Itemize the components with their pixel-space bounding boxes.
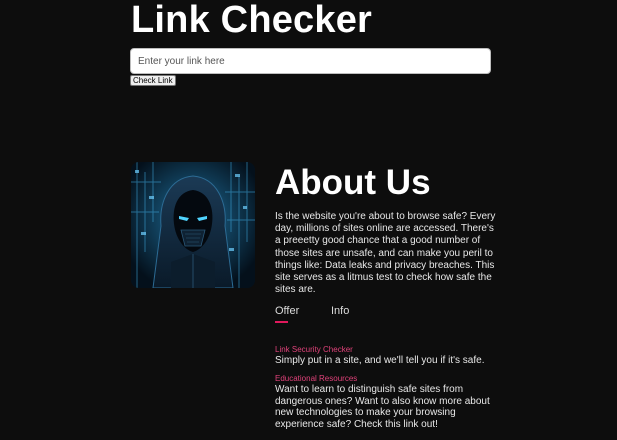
hooded-hacker-icon: [131, 162, 255, 288]
link-input[interactable]: [130, 48, 491, 74]
page-title: Link Checker: [131, 0, 373, 41]
offer-heading: Educational Resources: [275, 374, 358, 383]
offer-description: Simply put in a site, and we'll tell you…: [275, 355, 485, 366]
active-tab-indicator: [275, 321, 288, 323]
offer-item-educational-resources: Educational Resources Want to learn to d…: [275, 374, 500, 430]
offer-heading: Link Security Checker: [275, 345, 353, 354]
tab-offer[interactable]: Offer: [275, 305, 299, 317]
about-description: Is the website you're about to browse sa…: [275, 211, 496, 296]
page: Link Checker Check Link: [0, 0, 617, 440]
offer-description: Want to learn to distinguish safe sites …: [275, 384, 490, 430]
about-title: About Us: [275, 163, 431, 202]
offer-item-link-security: Link Security Checker Simply put in a si…: [275, 345, 500, 367]
check-link-button[interactable]: Check Link: [130, 75, 176, 86]
tab-info[interactable]: Info: [331, 305, 349, 317]
